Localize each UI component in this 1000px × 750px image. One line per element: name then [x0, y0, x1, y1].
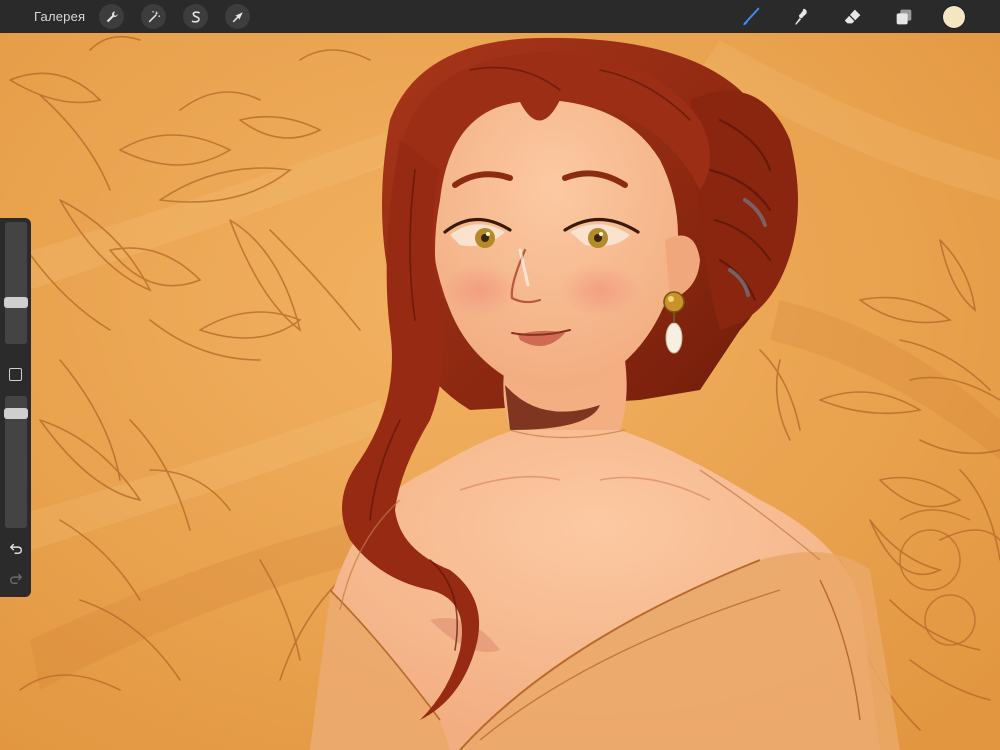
brush-button[interactable]: [738, 4, 764, 30]
eraser-button[interactable]: [840, 4, 866, 30]
actions-button[interactable]: [99, 4, 125, 29]
magic-wand-icon: [148, 10, 160, 22]
left-sidebar: [0, 218, 31, 597]
color-picker-button[interactable]: [943, 5, 965, 28]
undo-icon: [10, 543, 22, 554]
procreate-app: Галерея: [0, 0, 1000, 750]
redo-button[interactable]: [6, 568, 26, 588]
selection-s-icon: [191, 10, 200, 23]
arrow-cursor-icon: [232, 11, 243, 22]
blush-left: [440, 264, 520, 316]
smudge-button[interactable]: [789, 4, 815, 30]
drawing-canvas[interactable]: [0, 0, 1000, 750]
adjustments-button[interactable]: [141, 4, 167, 29]
modify-button[interactable]: [9, 368, 22, 381]
top-toolbar: Галерея: [0, 0, 1000, 33]
brush-icon: [743, 7, 760, 25]
redo-icon: [10, 573, 22, 584]
layers-button[interactable]: [891, 4, 917, 30]
opacity-thumb[interactable]: [4, 408, 28, 419]
wrench-icon: [106, 10, 118, 22]
gallery-button[interactable]: Галерея: [34, 9, 85, 24]
brush-size-thumb[interactable]: [4, 297, 28, 308]
right-tool-group: [713, 0, 1000, 33]
brush-size-slider[interactable]: [4, 222, 28, 344]
eraser-icon: [844, 9, 861, 23]
layers-icon: [896, 9, 912, 24]
smudge-icon: [795, 8, 807, 25]
selection-button[interactable]: [183, 4, 209, 29]
opacity-slider[interactable]: [4, 396, 28, 528]
blush-right: [560, 264, 640, 316]
undo-button[interactable]: [6, 538, 26, 558]
transform-button[interactable]: [225, 4, 251, 29]
